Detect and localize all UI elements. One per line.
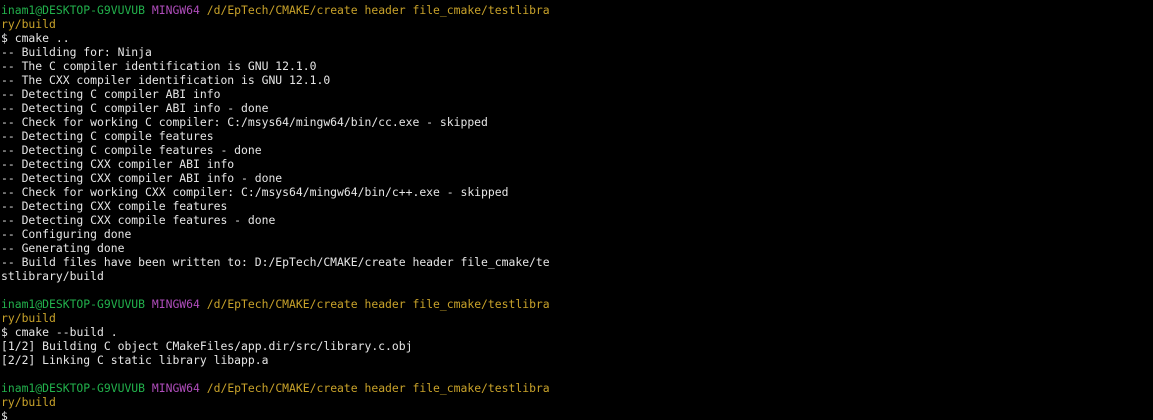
prompt-user-host: inam1@DESKTOP-G9VUVUB: [1, 297, 146, 311]
prompt-line: inam1@DESKTOP-G9VUVUB MINGW64 /d/EpTech/…: [0, 3, 1153, 17]
output-line: -- Detecting CXX compile features: [1, 199, 228, 213]
output-line: -- Detecting CXX compiler ABI info: [1, 157, 235, 171]
prompt-path-wrap: ry/build: [1, 395, 56, 409]
output-line: -- Check for working CXX compiler: C:/ms…: [1, 185, 509, 199]
prompt-path: /d/EpTech/CMAKE/create header file_cmake…: [206, 3, 550, 17]
output-line: -- Detecting CXX compile features - done: [1, 213, 276, 227]
prompt-line: inam1@DESKTOP-G9VUVUB MINGW64 /d/EpTech/…: [0, 297, 1153, 311]
output-line: -- Detecting C compile features: [1, 129, 214, 143]
output-line: -- Check for working C compiler: C:/msys…: [1, 115, 488, 129]
prompt-path: /d/EpTech/CMAKE/create header file_cmake…: [206, 381, 550, 395]
prompt-path-wrap: ry/build: [1, 311, 56, 325]
prompt-shell: MINGW64: [151, 297, 200, 311]
command-line: $ cmake --build .: [0, 325, 1153, 339]
output-line: -- Detecting CXX compiler ABI info - don…: [1, 171, 283, 185]
output-line: -- Configuring done: [1, 227, 132, 241]
prompt-symbol: $: [1, 325, 15, 339]
prompt-shell: MINGW64: [151, 3, 200, 17]
output-line: -- Detecting C compiler ABI info: [1, 87, 221, 101]
command-text: cmake --build .: [14, 325, 118, 339]
command-line[interactable]: $: [0, 409, 1153, 420]
output-line: [1/2] Building C object CMakeFiles/app.d…: [1, 339, 413, 353]
command-text: cmake ..: [14, 31, 70, 45]
prompt-user-host: inam1@DESKTOP-G9VUVUB: [1, 381, 146, 395]
output-line: stlibrary/build: [1, 269, 104, 283]
prompt-line: inam1@DESKTOP-G9VUVUB MINGW64 /d/EpTech/…: [0, 381, 1153, 395]
prompt-symbol: $: [1, 31, 15, 45]
output-line: -- The C compiler identification is GNU …: [1, 59, 317, 73]
prompt-user-host: inam1@DESKTOP-G9VUVUB: [1, 3, 146, 17]
output-line: -- Detecting C compiler ABI info - done: [1, 101, 269, 115]
prompt-shell: MINGW64: [151, 381, 200, 395]
output-line: -- Build files have been written to: D:/…: [1, 255, 550, 269]
prompt-symbol: $: [1, 409, 15, 420]
output-line: -- Generating done: [1, 241, 125, 255]
prompt-path: /d/EpTech/CMAKE/create header file_cmake…: [206, 297, 550, 311]
output-line: -- Detecting C compile features - done: [1, 143, 262, 157]
output-line: [2/2] Linking C static library libapp.a: [1, 353, 269, 367]
output-line: -- The CXX compiler identification is GN…: [1, 73, 331, 87]
output-line: -- Building for: Ninja: [1, 45, 152, 59]
prompt-path-wrap: ry/build: [1, 17, 56, 31]
terminal-window[interactable]: inam1@DESKTOP-G9VUVUB MINGW64 /d/EpTech/…: [0, 0, 1153, 420]
command-line: $ cmake ..: [0, 31, 1153, 45]
